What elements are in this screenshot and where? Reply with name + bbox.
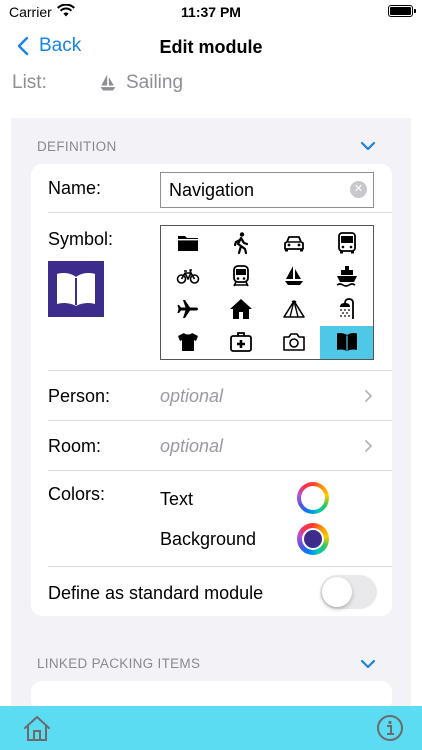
colors-row: Colors: Text Background — [31, 471, 392, 566]
shower-icon — [339, 298, 354, 320]
chevron-down-icon[interactable] — [360, 141, 376, 151]
room-label: Room: — [48, 436, 102, 456]
symbol-cell-sailboat[interactable] — [267, 259, 320, 292]
walking-person-icon — [233, 231, 248, 254]
symbol-cell-shower[interactable] — [320, 293, 373, 326]
home-icon — [24, 716, 50, 741]
info-tab[interactable] — [376, 714, 404, 747]
battery-icon — [388, 5, 416, 17]
standard-module-toggle[interactable] — [320, 575, 377, 609]
navigation-bar: Back Edit module — [0, 30, 422, 66]
symbol-cell-book-selected[interactable] — [320, 325, 373, 359]
person-placeholder: optional — [160, 386, 224, 406]
symbol-cell-airplane[interactable] — [161, 293, 214, 326]
list-value: Sailing — [126, 72, 184, 93]
info-icon — [377, 715, 403, 741]
text-color-label: Text — [160, 489, 194, 509]
folder-icon — [177, 235, 198, 251]
person-row[interactable]: Person: optional — [31, 371, 392, 420]
train-icon — [232, 264, 249, 287]
ship-icon — [336, 265, 357, 287]
text-color-well[interactable] — [297, 482, 329, 514]
symbol-cell-train[interactable] — [214, 259, 267, 292]
symbol-cell-folder[interactable] — [161, 226, 214, 259]
person-label: Person: — [48, 386, 111, 406]
sailboat-icon — [284, 265, 303, 285]
clear-text-icon[interactable]: ✕ — [350, 181, 367, 198]
background-color-swatch — [302, 528, 324, 550]
definition-card: Name: ✕ Symbol: Person: optional — [31, 164, 392, 616]
standard-module-row: Define as standard module — [31, 567, 392, 616]
toggle-knob — [322, 577, 352, 607]
background-color-well[interactable] — [297, 523, 329, 555]
selected-symbol-preview — [48, 261, 104, 317]
airplane-icon — [177, 300, 198, 319]
symbol-label: Symbol: — [48, 229, 114, 249]
symbol-cell-bus[interactable] — [320, 226, 373, 259]
tent-icon — [282, 300, 305, 318]
page-title: Edit module — [159, 37, 263, 57]
symbol-cell-camera[interactable] — [267, 326, 320, 359]
book-icon — [57, 273, 95, 306]
tab-bar — [0, 706, 422, 750]
name-input[interactable] — [169, 180, 349, 201]
symbol-cell-tent[interactable] — [267, 293, 320, 326]
bus-icon — [337, 231, 356, 254]
background-color-label: Background — [160, 529, 257, 549]
room-placeholder: optional — [160, 436, 224, 456]
list-row: List: Sailing — [12, 72, 183, 94]
status-time: 11:37 PM — [181, 4, 241, 20]
symbol-cell-house[interactable] — [214, 293, 267, 326]
standard-module-label: Define as standard module — [48, 583, 264, 603]
chevron-right-icon — [365, 440, 372, 452]
camera-icon — [282, 333, 305, 352]
list-label: List: — [12, 72, 47, 93]
symbol-cell-first-aid-kit[interactable] — [214, 326, 267, 359]
chevron-down-icon[interactable] — [360, 659, 376, 669]
text-color-swatch — [301, 486, 325, 510]
first-aid-kit-icon — [229, 332, 252, 353]
chevron-right-icon — [365, 390, 372, 402]
car-icon — [283, 235, 304, 252]
book-icon — [336, 333, 357, 352]
linked-items-section-header: LINKED PACKING ITEMS — [37, 656, 201, 671]
status-bar: Carrier 11:37 PM — [0, 0, 422, 24]
tshirt-icon — [177, 333, 198, 352]
colors-label: Colors: — [48, 484, 106, 504]
name-field[interactable]: ✕ — [160, 172, 374, 208]
symbol-picker-grid — [160, 225, 374, 360]
definition-section-header: DEFINITION — [37, 139, 117, 154]
name-row: Name: ✕ — [31, 164, 392, 212]
room-row[interactable]: Room: optional — [31, 421, 392, 470]
symbol-cell-ship[interactable] — [320, 259, 373, 292]
name-label: Name: — [48, 178, 102, 198]
home-tab[interactable] — [22, 714, 52, 747]
bicycle-icon — [176, 269, 199, 284]
symbol-cell-bicycle[interactable] — [161, 259, 214, 292]
symbol-cell-car[interactable] — [267, 226, 320, 259]
house-icon — [229, 299, 252, 320]
symbol-cell-walking-person[interactable] — [214, 226, 267, 259]
symbol-cell-tshirt[interactable] — [161, 326, 214, 359]
sailboat-icon — [98, 73, 118, 93]
